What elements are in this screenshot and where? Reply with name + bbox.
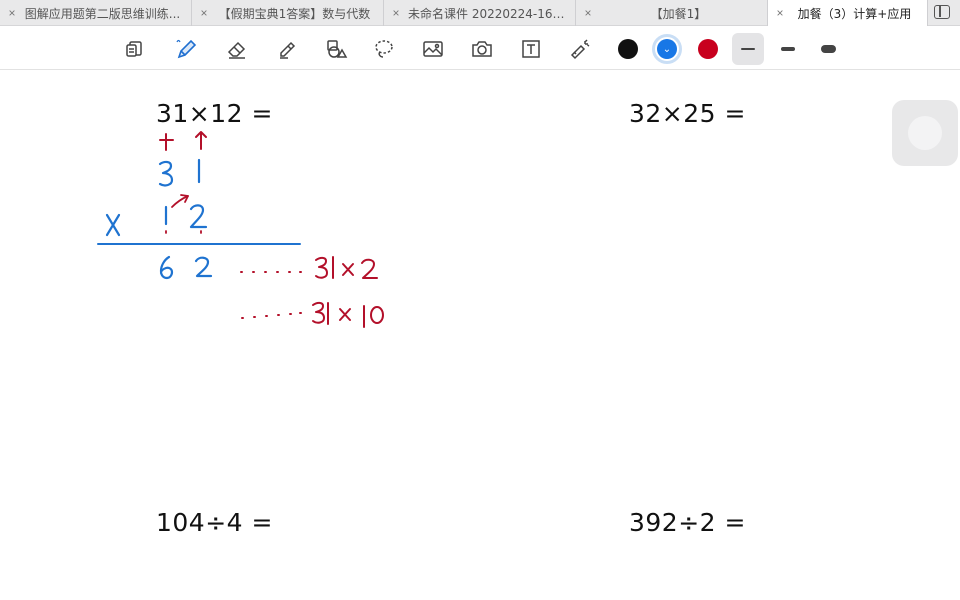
check-icon: ⌄ [657,39,677,59]
handwritten-62 [159,255,213,280]
close-tab-icon[interactable]: × [0,6,24,20]
color-swatch-red[interactable] [698,39,718,59]
tab-document-4[interactable]: × 【加餐1】 [576,0,768,26]
tab-title: 图解应用题第二版思维训练... [24,6,181,21]
image-icon[interactable] [417,33,449,65]
sidebar-toggle-icon[interactable] [934,5,950,19]
text-icon[interactable] [515,33,547,65]
stroke-thick-button[interactable] [812,33,844,65]
tab-bar: × 图解应用题第二版思维训练... × 【假期宝典1答案】数与代数 × 未命名课… [0,0,960,26]
close-tab-icon[interactable]: × [768,6,792,20]
tab-document-3[interactable]: × 未命名课件 20220224-1653 [384,0,576,26]
tab-document-5-active[interactable]: × 加餐（3）计算+应用 [768,0,928,26]
eraser-icon[interactable] [221,33,253,65]
whiteboard-canvas[interactable]: 31×12 = 32×25 = 104÷4 = 392÷2 = [0,71,960,600]
handwriting-layer [97,131,384,328]
close-tab-icon[interactable]: × [384,6,408,20]
lasso-icon[interactable] [368,33,400,65]
tab-title: 加餐（3）计算+应用 [797,6,912,21]
highlighter-icon[interactable] [271,33,303,65]
floating-assistive-button[interactable] [892,100,958,166]
handwritten-annotation-31x10 [241,301,384,328]
camera-icon[interactable] [466,33,498,65]
handwritten-annotation-31x2 [240,256,378,279]
stroke-medium-button[interactable] [772,33,804,65]
pages-icon[interactable] [119,33,151,65]
shapes-icon[interactable] [320,33,352,65]
color-swatch-blue-selected[interactable]: ⌄ [652,34,682,64]
color-swatch-black[interactable] [618,39,638,59]
tab-document-1[interactable]: × 图解应用题第二版思维训练... [0,0,192,26]
drawing-toolbar: ⌄ [0,27,960,70]
assistive-touch-icon [908,116,942,150]
stroke-thin-button[interactable] [732,33,764,65]
handwritten-times-12 [105,204,208,237]
handwritten-31 [158,158,201,187]
tab-document-2[interactable]: × 【假期宝典1答案】数与代数 [192,0,384,26]
laser-pointer-icon[interactable] [564,33,596,65]
pen-icon[interactable] [170,33,202,65]
tab-title: 未命名课件 20220224-1653 [408,6,568,21]
handwritten-red-marks [159,131,207,151]
close-tab-icon[interactable]: × [576,6,600,20]
tab-title: 【加餐1】 [650,6,707,21]
tab-title: 【假期宝典1答案】数与代数 [218,6,371,21]
close-tab-icon[interactable]: × [192,6,216,20]
